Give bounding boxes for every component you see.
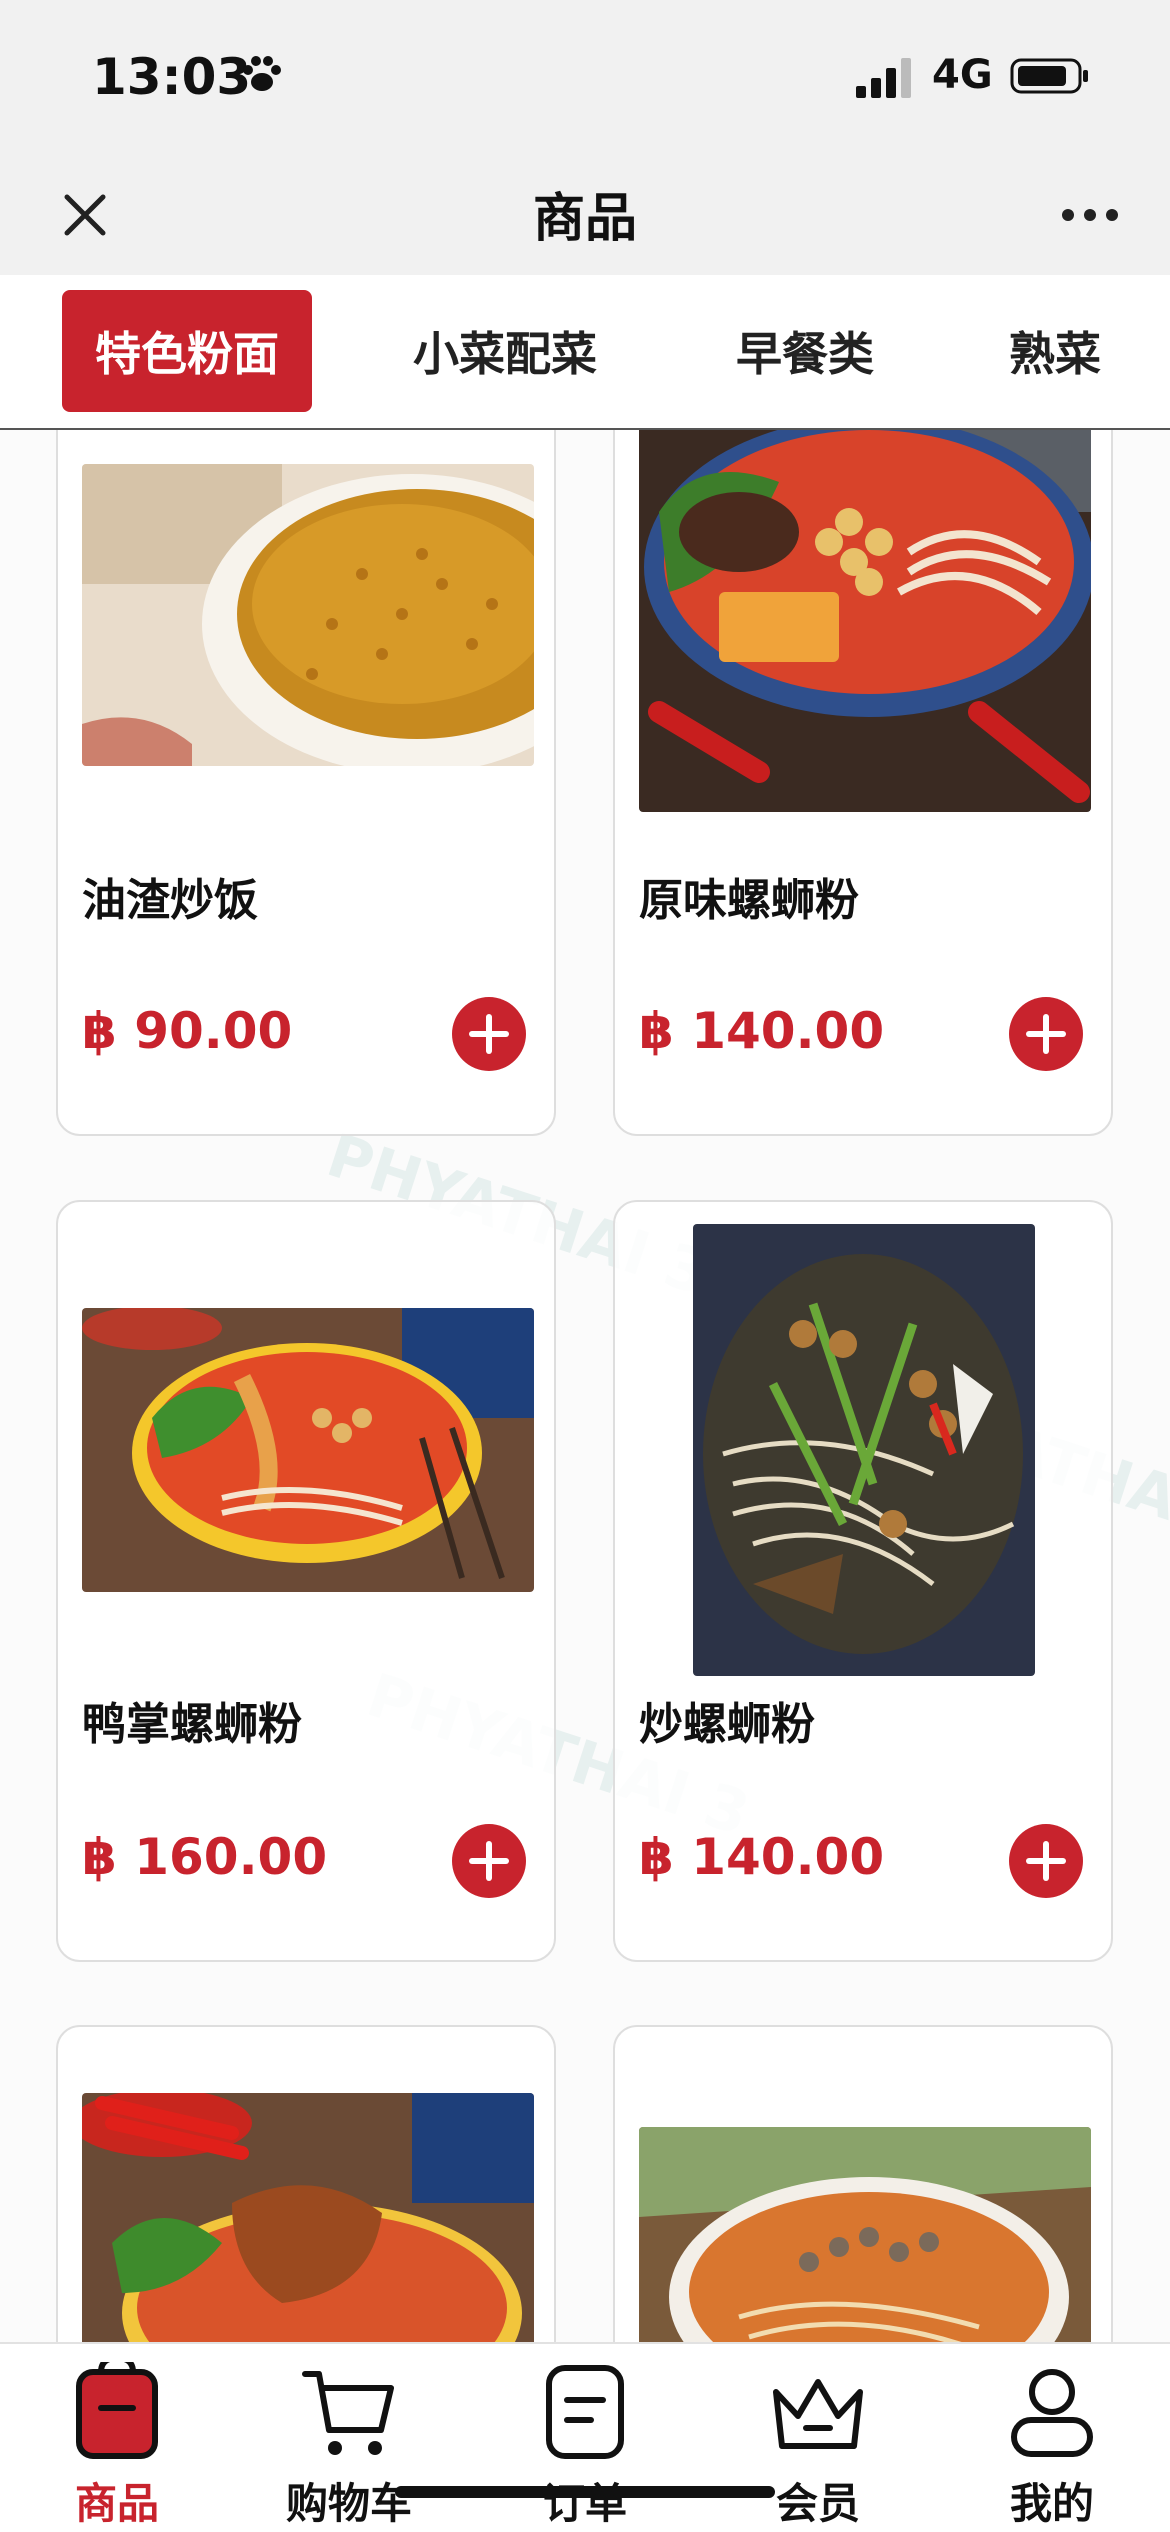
product-price: ฿ 90.00 — [82, 1002, 293, 1060]
product-name: 原味螺蛳粉 — [639, 875, 859, 926]
tabbar-label: 商品 — [74, 2479, 159, 2528]
status-bar: 13:03 4G — [0, 0, 1170, 150]
product-list: 油渣炒饭 ฿ 90.00 原味螺蛳粉 ฿ 140.00 鸭掌螺蛳粉 ฿ 160.… — [0, 430, 1170, 2342]
app-screen: PHYATHAI 3 PHYATHAI 3 PHYATHAI 3 PHYATHA… — [0, 0, 1170, 2532]
product-image — [82, 1308, 534, 1592]
home-indicator[interactable] — [395, 2486, 775, 2498]
network-type: 4G — [932, 52, 993, 98]
add-to-cart-button[interactable] — [1009, 997, 1083, 1071]
tabbar-item-member[interactable]: 会员 — [728, 2362, 908, 2528]
product-image — [639, 2127, 1091, 2342]
tabbar-item-cart[interactable]: 购物车 — [259, 2362, 439, 2528]
user-icon — [1011, 2369, 1093, 2457]
tabbar-label: 购物车 — [285, 2479, 412, 2528]
tabbar-label: 订单 — [542, 2479, 627, 2528]
status-time: 13:03 — [92, 48, 252, 106]
crown-icon — [773, 2379, 863, 2449]
battery-icon — [1010, 58, 1088, 94]
add-to-cart-button[interactable] — [1009, 1824, 1083, 1898]
product-card[interactable]: 油渣炒饭 ฿ 90.00 — [56, 430, 556, 1136]
product-name: 油渣炒饭 — [82, 875, 258, 926]
navigation-bar: 商品 — [0, 150, 1170, 275]
product-name: 鸭掌螺蛳粉 — [82, 1699, 302, 1750]
add-to-cart-button[interactable] — [452, 997, 526, 1071]
product-card[interactable] — [56, 2025, 556, 2342]
add-to-cart-button[interactable] — [452, 1824, 526, 1898]
product-card[interactable]: 鸭掌螺蛳粉 ฿ 160.00 — [56, 1200, 556, 1962]
tabbar-item-profile[interactable]: 我的 — [962, 2362, 1142, 2528]
bottom-tab-bar: 商品 购物车 订单 会员 我的 — [0, 2342, 1170, 2532]
product-card[interactable] — [613, 2025, 1113, 2342]
page-title: 商品 — [532, 189, 637, 249]
tab-category-4[interactable]: 熟菜 — [985, 290, 1125, 412]
product-image — [693, 1224, 1035, 1676]
product-image — [82, 2093, 534, 2342]
tab-category-3[interactable]: 早餐类 — [710, 290, 900, 412]
goods-icon — [76, 2362, 158, 2459]
product-name: 炒螺蛳粉 — [639, 1699, 815, 1750]
paw-icon — [243, 56, 281, 91]
cart-icon — [302, 2371, 394, 2455]
tab-category-1[interactable]: 特色粉面 — [62, 290, 312, 412]
tab-category-2[interactable]: 小菜配菜 — [385, 290, 625, 412]
product-price: ฿ 140.00 — [639, 1002, 885, 1060]
order-icon — [546, 2365, 624, 2459]
more-button[interactable] — [1050, 180, 1130, 250]
tabbar-label: 我的 — [1009, 2479, 1094, 2528]
tabbar-item-orders[interactable]: 订单 — [495, 2362, 675, 2528]
tabbar-label: 会员 — [775, 2479, 860, 2528]
product-card[interactable]: 原味螺蛳粉 ฿ 140.00 — [613, 430, 1113, 1136]
product-price: ฿ 140.00 — [639, 1828, 885, 1886]
product-image — [82, 464, 534, 766]
more-icon — [1062, 209, 1118, 221]
signal-icon — [856, 58, 911, 98]
category-tabs: 特色粉面 小菜配菜 早餐类 熟菜 — [0, 275, 1170, 430]
product-image — [639, 430, 1091, 812]
product-price: ฿ 160.00 — [82, 1828, 328, 1886]
tabbar-item-goods[interactable]: 商品 — [27, 2362, 207, 2528]
product-card[interactable]: 炒螺蛳粉 ฿ 140.00 — [613, 1200, 1113, 1962]
